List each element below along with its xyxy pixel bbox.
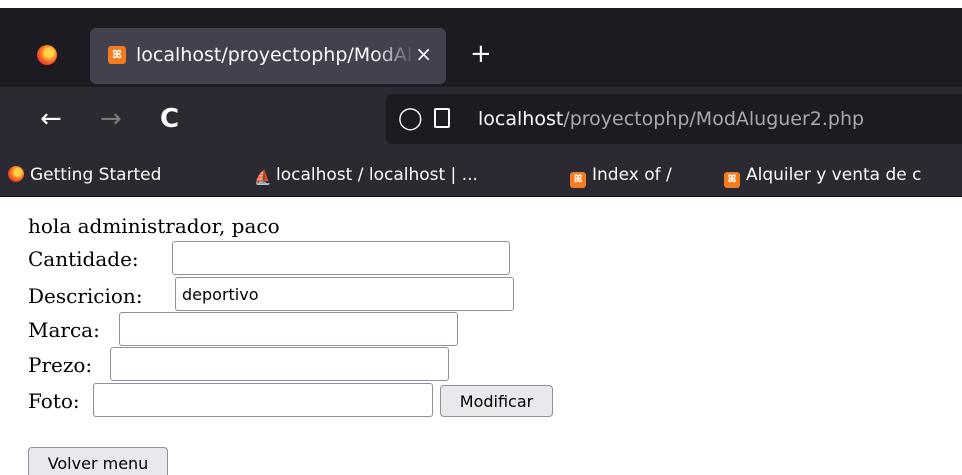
window-top-edge: [0, 0, 962, 8]
bookmark-label: Index of /: [592, 165, 672, 185]
navigation-bar: ← → C ◯ localhost/proyectophp/ModAluguer…: [0, 87, 962, 153]
bookmark-alquiler[interactable]: ꕤ Alquiler y venta de c: [724, 164, 921, 188]
bookmark-label: Getting Started: [30, 165, 162, 185]
bookmark-index-of[interactable]: ꕤ Index of /: [570, 164, 672, 188]
firefox-icon[interactable]: [37, 45, 57, 65]
phpmyadmin-icon: ⛵: [254, 170, 272, 186]
xampp-icon: ꕤ: [570, 172, 586, 188]
prezo-label: Prezo:: [28, 353, 93, 377]
bookmark-label: localhost / localhost | ...: [276, 165, 478, 185]
url-text[interactable]: localhost/proyectophp/ModAluguer2.php: [478, 105, 864, 133]
page-info-icon[interactable]: [434, 108, 450, 128]
descricion-input[interactable]: [175, 277, 514, 311]
marca-input[interactable]: [119, 312, 458, 346]
tab-title: localhost/proyectophp/ModAluguer2.php: [136, 44, 416, 66]
url-path: /proyectophp/ModAluguer2.php: [563, 108, 865, 130]
cantidade-label: Cantidade:: [28, 247, 139, 271]
back-button[interactable]: ←: [40, 104, 62, 134]
reload-button[interactable]: C: [160, 104, 179, 134]
tab-active[interactable]: ꕤ localhost/proyectophp/ModAluguer2.php …: [90, 28, 446, 84]
tracking-protection-icon[interactable]: ◯: [398, 106, 423, 132]
descricion-label: Descricion:: [28, 284, 143, 308]
bookmark-phpmyadmin[interactable]: ⛵ localhost / localhost | ...: [254, 164, 478, 186]
url-bar[interactable]: ◯ localhost/proyectophp/ModAluguer2.php: [386, 94, 962, 144]
prezo-input[interactable]: [110, 347, 449, 381]
foto-input[interactable]: [93, 383, 433, 417]
marca-label: Marca:: [28, 318, 100, 342]
tab-bar: ꕤ localhost/proyectophp/ModAluguer2.php …: [0, 8, 962, 87]
close-tab-icon[interactable]: ×: [415, 42, 432, 66]
page-content: hola administrador, paco Cantidade: Desc…: [0, 198, 962, 475]
xampp-icon: ꕤ: [108, 46, 126, 64]
url-host: localhost: [478, 108, 564, 130]
bookmark-getting-started[interactable]: Getting Started: [8, 164, 161, 186]
forward-button[interactable]: →: [100, 104, 122, 134]
volver-menu-button[interactable]: Volver menu: [28, 447, 168, 475]
firefox-icon: [8, 166, 24, 182]
new-tab-button[interactable]: +: [470, 41, 492, 67]
xampp-icon: ꕤ: [724, 172, 740, 188]
bookmarks-toolbar: Getting Started ⛵ localhost / localhost |…: [0, 153, 962, 197]
modificar-button[interactable]: Modificar: [440, 385, 553, 417]
greeting: hola administrador, paco: [28, 214, 280, 238]
bookmark-label: Alquiler y venta de c: [746, 165, 922, 185]
foto-label: Foto:: [28, 389, 80, 413]
cantidade-input[interactable]: [172, 241, 510, 275]
